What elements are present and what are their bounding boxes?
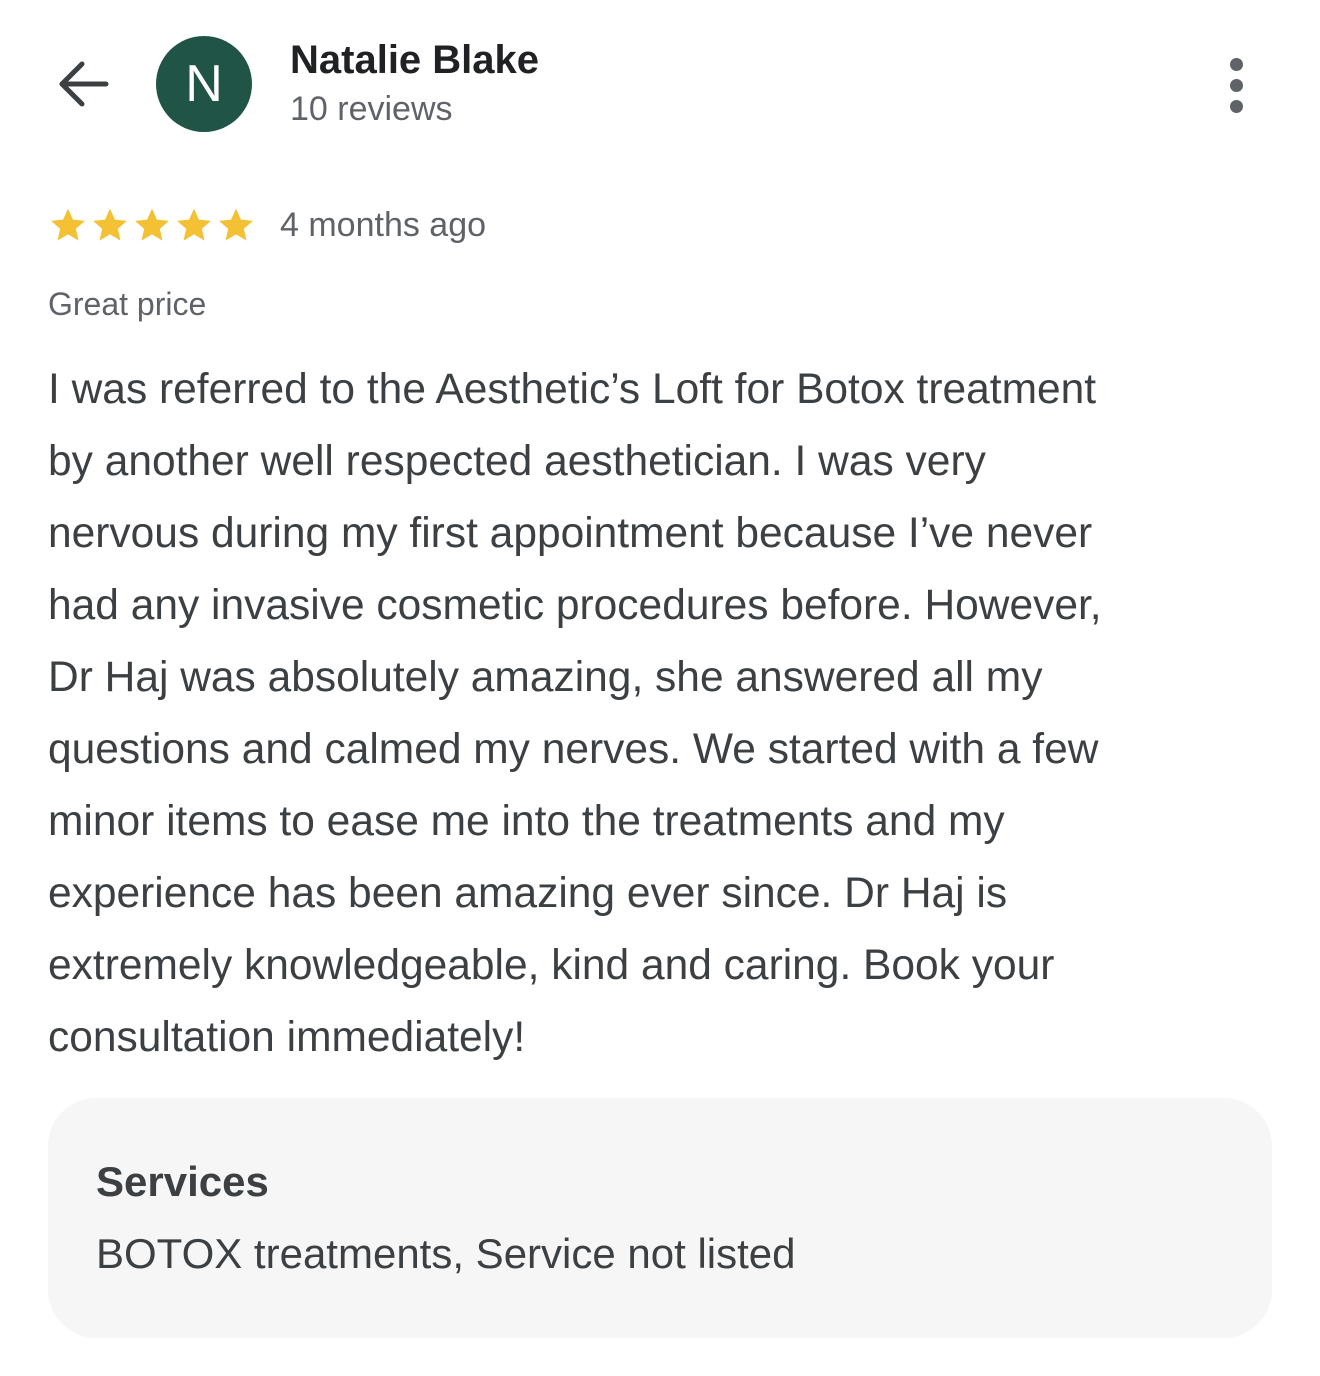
rating-row: 4 months ago [48,202,486,248]
review-text: I was referred to the Aesthetic’s Loft f… [48,354,1278,1074]
review-time: 4 months ago [280,205,487,244]
review-text-line: I was referred to the Aesthetic’s Loft f… [48,366,1097,413]
review-text-line: questions and calmed my nerves. We start… [48,726,1099,773]
more-vert-icon-dot [1229,99,1243,113]
review-header: N Natalie Blake 10 reviews [0,0,1320,170]
author-name[interactable]: Natalie Blake [290,38,539,83]
review-text-line: extremely knowledgeable, kind and caring… [48,942,1055,989]
review-text-line: consultation immediately! [48,1014,526,1061]
services-list: BOTOX treatments, Service not listed [96,1230,796,1277]
review-text-line: had any invasive cosmetic procedures bef… [48,582,1102,629]
services-card: Services BOTOX treatments, Service not l… [48,1098,1272,1338]
star-icon [135,208,169,241]
review-text-line: nervous during my first appointment beca… [48,510,1093,557]
avatar-initial: N [185,55,223,113]
more-vert-icon-dot [1229,78,1243,92]
back-button[interactable] [50,54,116,114]
more-options-button[interactable] [1210,52,1262,118]
services-title: Services [96,1158,269,1205]
star-icon [219,208,253,241]
review-count[interactable]: 10 reviews [290,90,453,129]
review-text-line: experience has been amazing ever since. … [48,870,1008,917]
review-text-line: Dr Haj was absolutely amazing, she answe… [48,654,1043,701]
review-highlight: Great price [48,286,207,322]
star-icon [177,208,211,241]
arrow-back-icon [59,61,109,107]
more-vert-icon [1229,57,1243,71]
star-icon [51,208,85,241]
avatar[interactable]: N [156,36,252,132]
review-text-line: by another well respected aesthetician. … [48,438,986,485]
star-rating [48,205,256,245]
review-text-line: minor items to ease me into the treatmen… [48,798,1005,845]
star-icon [93,208,127,241]
